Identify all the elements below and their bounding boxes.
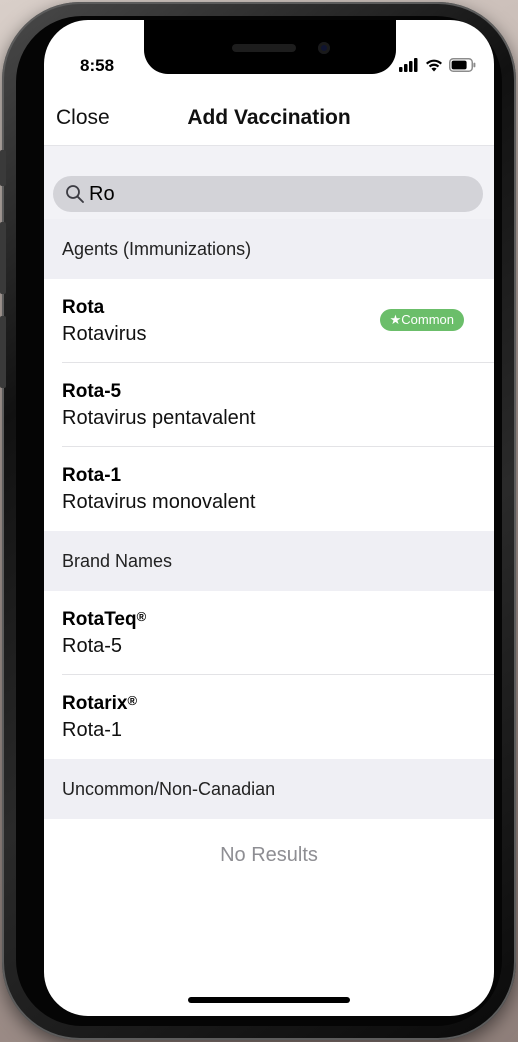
list-item-rota[interactable]: Rota Rotavirus ★Common — [44, 279, 494, 363]
search-value: Ro — [89, 183, 115, 205]
search-input[interactable]: Ro — [53, 176, 483, 212]
list-item-rotateq[interactable]: RotaTeq® Rota-5 — [44, 591, 494, 675]
section-header-brands: Brand Names — [44, 531, 494, 591]
item-title: Rota-5 — [62, 381, 122, 402]
battery-icon — [449, 58, 476, 72]
item-subtitle: Rota-1 — [62, 719, 123, 741]
section-header-uncommon: Uncommon/Non-Canadian — [44, 759, 494, 819]
item-title: Rota-1 — [62, 465, 122, 486]
registered-mark: ® — [127, 693, 138, 708]
search-icon — [66, 185, 84, 203]
item-title-text: RotaTeq — [62, 609, 137, 630]
speaker-grille — [232, 44, 296, 52]
item-title: RotaTeq® — [62, 609, 146, 631]
notch — [144, 20, 396, 74]
section-header-label: Brand Names — [62, 551, 173, 571]
common-badge: ★Common — [379, 309, 464, 331]
status-time: 8:58 — [80, 56, 115, 75]
section-header-label: Agents (Immunizations) — [62, 239, 252, 259]
registered-mark: ® — [136, 609, 147, 624]
page-title: Add Vaccination — [187, 106, 351, 129]
phone-frame: 8:58 Close Add Vaccination Ro Agents (Im… — [0, 2, 516, 1040]
item-subtitle: Rotavirus monovalent — [62, 491, 256, 513]
item-subtitle: Rotavirus — [62, 323, 147, 345]
item-title-text: Rotarix — [62, 693, 128, 714]
wifi-icon — [426, 59, 442, 72]
section-header-label: Uncommon/Non-Canadian — [62, 779, 276, 799]
screen: 8:58 Close Add Vaccination Ro Agents (Im… — [44, 20, 494, 1016]
volume-up-button — [0, 222, 6, 294]
item-subtitle: Rota-5 — [62, 635, 123, 657]
list-item-rotarix[interactable]: Rotarix® Rota-1 — [44, 675, 494, 759]
section-header-agents: Agents (Immunizations) — [44, 219, 494, 279]
mute-switch — [0, 150, 6, 186]
search-container: Ro — [44, 145, 494, 220]
item-title: Rota — [62, 297, 105, 318]
status-icons — [399, 58, 476, 72]
home-indicator[interactable] — [188, 997, 350, 1003]
navigation-bar: Close Add Vaccination — [44, 98, 494, 146]
list-item-rota-5[interactable]: Rota-5 Rotavirus pentavalent — [44, 363, 494, 447]
no-results-text: No Results — [220, 844, 318, 866]
cellular-signal-icon — [399, 58, 418, 72]
item-title: Rotarix® — [62, 693, 137, 715]
front-camera — [318, 42, 330, 54]
volume-down-button — [0, 316, 6, 388]
item-subtitle: Rotavirus pentavalent — [62, 407, 256, 429]
list-item-rota-1[interactable]: Rota-1 Rotavirus monovalent — [44, 447, 494, 531]
